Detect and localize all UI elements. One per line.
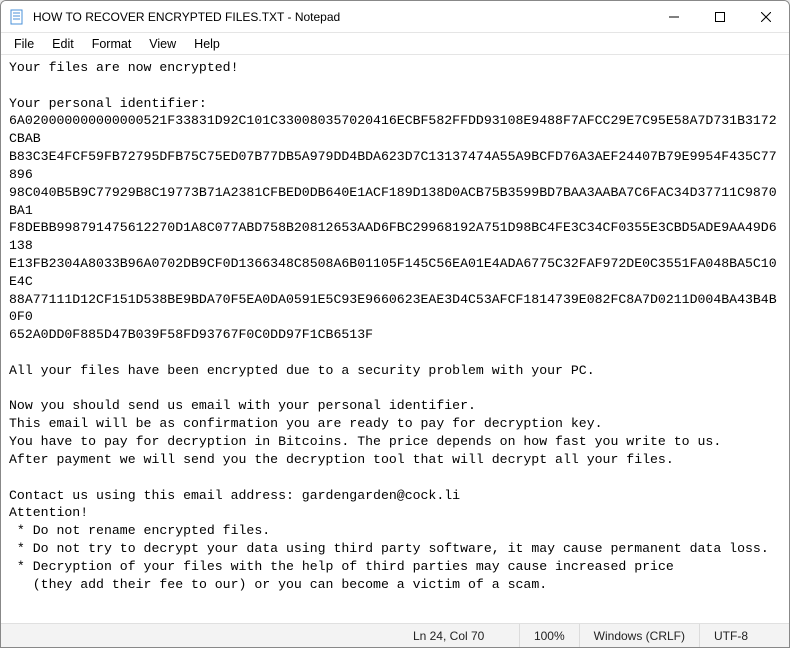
- status-encoding: UTF-8: [699, 624, 789, 647]
- menubar: File Edit Format View Help: [1, 33, 789, 55]
- window-title: HOW TO RECOVER ENCRYPTED FILES.TXT - Not…: [33, 10, 651, 24]
- menu-edit[interactable]: Edit: [43, 35, 83, 53]
- titlebar: HOW TO RECOVER ENCRYPTED FILES.TXT - Not…: [1, 1, 789, 33]
- status-zoom: 100%: [519, 624, 579, 647]
- window-controls: [651, 1, 789, 32]
- menu-format[interactable]: Format: [83, 35, 141, 53]
- menu-help[interactable]: Help: [185, 35, 229, 53]
- statusbar: Ln 24, Col 70 100% Windows (CRLF) UTF-8: [1, 623, 789, 647]
- maximize-button[interactable]: [697, 1, 743, 32]
- status-cursor-position: Ln 24, Col 70: [399, 624, 519, 647]
- close-button[interactable]: [743, 1, 789, 32]
- notepad-window: HOW TO RECOVER ENCRYPTED FILES.TXT - Not…: [0, 0, 790, 648]
- menu-view[interactable]: View: [140, 35, 185, 53]
- menu-file[interactable]: File: [5, 35, 43, 53]
- text-editor[interactable]: Your files are now encrypted! Your perso…: [1, 55, 789, 623]
- notepad-icon: [9, 9, 25, 25]
- status-line-ending: Windows (CRLF): [579, 624, 699, 647]
- minimize-button[interactable]: [651, 1, 697, 32]
